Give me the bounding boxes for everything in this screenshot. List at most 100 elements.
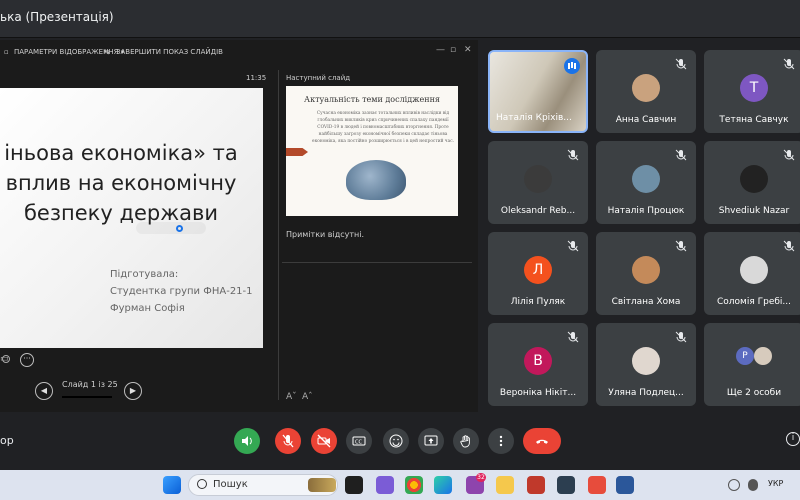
presentation-clock: 11:35 [246, 74, 267, 82]
reactions-button[interactable] [383, 428, 409, 454]
next-slide-preview[interactable]: Актуальність теми дослідження Сучасна ек… [286, 86, 458, 216]
mic-off-icon [675, 240, 687, 252]
participant-tile[interactable]: Shvediuk Nazar [704, 141, 800, 224]
meeting-details-icon[interactable]: i [786, 432, 800, 446]
participant-avatar [754, 347, 772, 365]
slide-title-line: іньова економіка» та [4, 141, 238, 165]
participant-name: Вероніка Нікіт... [499, 388, 577, 398]
file-explorer-icon[interactable] [496, 476, 514, 494]
author-line: Фурман Софія [110, 303, 185, 314]
participant-name: Shvediuk Nazar [718, 206, 790, 216]
microphone-tray-icon[interactable] [748, 479, 758, 491]
chrome-icon[interactable] [405, 476, 423, 494]
app-icon[interactable] [588, 476, 606, 494]
participant-tile[interactable]: Соломія Гребі... [704, 232, 800, 315]
windows-start-icon[interactable] [163, 476, 181, 494]
leave-call-button[interactable] [523, 428, 561, 454]
slide-counter[interactable]: Слайд 1 із 25 [62, 380, 118, 389]
next-slide-text: Сучасна економіка зазнає тотальних вплив… [312, 111, 454, 144]
speaker-icon [242, 436, 252, 446]
participant-avatar [632, 347, 660, 375]
hang-up-icon [536, 439, 548, 444]
mic-off-icon [675, 331, 687, 343]
window-title: ька (Презентація) [0, 10, 114, 24]
participant-tile[interactable]: Світлана Хома [596, 232, 696, 315]
camera-button[interactable] [311, 428, 337, 454]
slide-title-line: безпеку держави [23, 201, 219, 225]
slide-overlay-bar [136, 222, 206, 234]
present-screen-button[interactable] [418, 428, 444, 454]
mic-off-icon [675, 58, 687, 70]
more-options-button[interactable] [488, 428, 514, 454]
end-show-icon[interactable]: ⇆ [104, 48, 110, 56]
participant-avatar [632, 165, 660, 193]
participant-name: Соломія Гребі... [717, 297, 791, 307]
more-participants-label: Ще 2 особи [726, 388, 782, 398]
store-icon[interactable] [527, 476, 545, 494]
notification-badge: 32 [476, 473, 486, 482]
slide-title-line: вплив на економічну [5, 171, 237, 195]
participant-avatar [524, 165, 552, 193]
teams-chat-icon[interactable] [376, 476, 394, 494]
title-bar: ька (Презентація) [0, 0, 800, 38]
decrease-font-icon[interactable]: Aˇ [286, 392, 297, 402]
svg-text:CC: CC [355, 440, 362, 446]
more-participants-tile[interactable]: Р Ще 2 особи [704, 323, 800, 406]
participant-tile[interactable]: Наталія Процюк [596, 141, 696, 224]
edge-icon[interactable] [434, 476, 452, 494]
microphone-button[interactable] [275, 428, 301, 454]
present-icon [424, 435, 438, 446]
participant-name: Уляна Подлец... [608, 388, 684, 398]
participant-name: Наталія Кріхів... [496, 113, 572, 123]
participant-avatar [632, 74, 660, 102]
participant-avatar [740, 256, 768, 284]
slide-progress-bar [62, 396, 112, 398]
maximize-icon[interactable]: ▫ [450, 45, 456, 55]
screen-icon[interactable]: ▭ [0, 354, 9, 364]
participant-avatar [632, 256, 660, 284]
previous-slide-button[interactable]: ◀ [35, 382, 53, 400]
language-indicator[interactable]: УКР [768, 479, 783, 488]
current-slide-title: іньова економіка» та вплив на економічну… [0, 138, 256, 228]
more-options-icon[interactable]: ··· [20, 353, 34, 367]
speaker-notes: Примітки відсутні. [286, 230, 365, 239]
notes-divider [282, 262, 472, 263]
participant-tile[interactable]: Oleksandr Reb... [488, 141, 588, 224]
raise-hand-button[interactable] [453, 428, 479, 454]
end-show-button[interactable]: ЗАВЕРШИТИ ПОКАЗ СЛАЙДІВ [116, 48, 223, 56]
task-view-icon[interactable] [345, 476, 363, 494]
close-icon[interactable]: ✕ [464, 45, 472, 55]
captions-button[interactable]: CC [346, 428, 372, 454]
display-settings-icon[interactable]: ▫ [4, 48, 9, 56]
word-icon[interactable] [616, 476, 634, 494]
panel-divider[interactable] [278, 70, 279, 400]
participant-tile[interactable]: Наталія Кріхів... [488, 50, 588, 133]
next-slide-title: Актуальність теми дослідження [304, 95, 440, 104]
participant-tile[interactable]: В Вероніка Нікіт... [488, 323, 588, 406]
audio-output-button[interactable] [234, 428, 260, 454]
meeting-controls: ор CC i [0, 412, 800, 470]
next-slide-button[interactable]: ▶ [124, 382, 142, 400]
app-icon[interactable] [557, 476, 575, 494]
current-slide[interactable]: іньова економіка» та вплив на економічну… [0, 88, 263, 348]
tray-arrow-icon[interactable] [728, 479, 740, 491]
minimize-icon[interactable]: — [436, 45, 445, 55]
participant-avatar: Т [740, 74, 768, 102]
current-slide-author: Підготувала: Студентка групи ФНА-21-1 Фу… [110, 266, 253, 317]
mic-off-icon [282, 434, 294, 448]
laser-pointer-icon [176, 225, 183, 232]
participant-avatar: Л [524, 256, 552, 284]
search-icon [197, 479, 207, 489]
participant-tile[interactable]: Уляна Подлец... [596, 323, 696, 406]
mic-off-icon [567, 240, 579, 252]
presenter-view: ▫ ПАРАМЕТРИ ВІДОБРАЖЕННЯ ▾ ⇆ ЗАВЕРШИТИ П… [0, 40, 478, 412]
author-line: Студентка групи ФНА-21-1 [110, 286, 253, 297]
taskbar: Пошук 32 УКР [0, 470, 800, 500]
meet-app: ька (Презентація) ▫ ПАРАМЕТРИ ВІДОБРАЖЕН… [0, 0, 800, 470]
participant-tile[interactable]: Т Тетяна Савчук [704, 50, 800, 133]
participant-tile[interactable]: Л Лілія Пуляк [488, 232, 588, 315]
increase-font-icon[interactable]: Aˆ [302, 392, 313, 402]
emoji-icon [389, 434, 403, 448]
search-highlight-icon [308, 478, 336, 492]
participant-tile[interactable]: Анна Савчин [596, 50, 696, 133]
